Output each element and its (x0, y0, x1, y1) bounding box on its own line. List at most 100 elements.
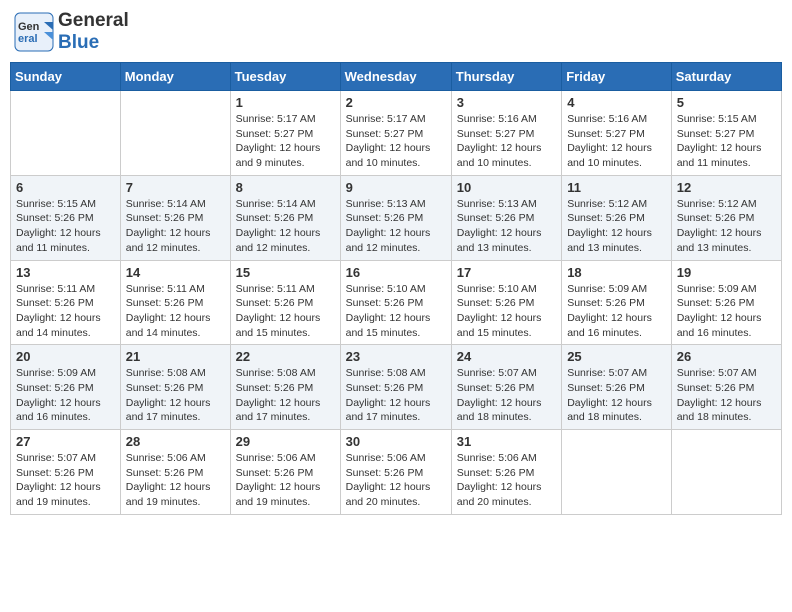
day-info: Sunrise: 5:08 AM Sunset: 5:26 PM Dayligh… (126, 366, 225, 425)
daylight: Daylight: 12 hours and 19 minutes. (126, 481, 211, 508)
sunset: Sunset: 5:26 PM (346, 212, 424, 224)
calendar-weekday-wednesday: Wednesday (340, 63, 451, 91)
sunset: Sunset: 5:26 PM (677, 297, 755, 309)
day-number: 26 (677, 349, 776, 364)
sunrise: Sunrise: 5:11 AM (236, 283, 315, 295)
daylight: Daylight: 12 hours and 17 minutes. (236, 397, 321, 424)
calendar-cell: 26 Sunrise: 5:07 AM Sunset: 5:26 PM Dayl… (671, 345, 781, 430)
calendar-cell: 23 Sunrise: 5:08 AM Sunset: 5:26 PM Dayl… (340, 345, 451, 430)
calendar-cell: 4 Sunrise: 5:16 AM Sunset: 5:27 PM Dayli… (562, 91, 672, 176)
day-info: Sunrise: 5:16 AM Sunset: 5:27 PM Dayligh… (457, 112, 556, 171)
daylight: Daylight: 12 hours and 9 minutes. (236, 142, 321, 169)
daylight: Daylight: 12 hours and 16 minutes. (567, 312, 652, 339)
day-info: Sunrise: 5:11 AM Sunset: 5:26 PM Dayligh… (126, 282, 225, 341)
day-number: 1 (236, 95, 335, 110)
sunrise: Sunrise: 5:07 AM (457, 367, 537, 379)
calendar-weekday-friday: Friday (562, 63, 672, 91)
day-info: Sunrise: 5:14 AM Sunset: 5:26 PM Dayligh… (126, 197, 225, 256)
daylight: Daylight: 12 hours and 11 minutes. (677, 142, 762, 169)
calendar-cell: 22 Sunrise: 5:08 AM Sunset: 5:26 PM Dayl… (230, 345, 340, 430)
logo: Gen eral General Blue (14, 10, 129, 54)
sunrise: Sunrise: 5:06 AM (126, 452, 206, 464)
calendar-cell: 13 Sunrise: 5:11 AM Sunset: 5:26 PM Dayl… (11, 260, 121, 345)
sunset: Sunset: 5:26 PM (236, 467, 314, 479)
sunrise: Sunrise: 5:08 AM (126, 367, 206, 379)
sunset: Sunset: 5:26 PM (677, 212, 755, 224)
sunset: Sunset: 5:27 PM (457, 128, 535, 140)
day-number: 19 (677, 265, 776, 280)
sunrise: Sunrise: 5:13 AM (346, 198, 426, 210)
daylight: Daylight: 12 hours and 17 minutes. (126, 397, 211, 424)
svg-text:Gen: Gen (18, 21, 40, 33)
sunrise: Sunrise: 5:17 AM (236, 113, 316, 125)
day-number: 2 (346, 95, 446, 110)
day-info: Sunrise: 5:07 AM Sunset: 5:26 PM Dayligh… (16, 451, 115, 510)
daylight: Daylight: 12 hours and 16 minutes. (16, 397, 101, 424)
day-number: 9 (346, 180, 446, 195)
sunset: Sunset: 5:27 PM (567, 128, 645, 140)
sunset: Sunset: 5:26 PM (677, 382, 755, 394)
calendar-cell: 1 Sunrise: 5:17 AM Sunset: 5:27 PM Dayli… (230, 91, 340, 176)
sunrise: Sunrise: 5:06 AM (457, 452, 537, 464)
sunset: Sunset: 5:27 PM (677, 128, 755, 140)
sunset: Sunset: 5:26 PM (236, 297, 314, 309)
sunset: Sunset: 5:26 PM (16, 382, 94, 394)
day-number: 16 (346, 265, 446, 280)
sunrise: Sunrise: 5:11 AM (126, 283, 205, 295)
day-number: 8 (236, 180, 335, 195)
sunrise: Sunrise: 5:14 AM (236, 198, 316, 210)
calendar-cell: 5 Sunrise: 5:15 AM Sunset: 5:27 PM Dayli… (671, 91, 781, 176)
calendar-cell: 28 Sunrise: 5:06 AM Sunset: 5:26 PM Dayl… (120, 430, 230, 515)
calendar-cell (11, 91, 121, 176)
day-info: Sunrise: 5:10 AM Sunset: 5:26 PM Dayligh… (457, 282, 556, 341)
day-info: Sunrise: 5:06 AM Sunset: 5:26 PM Dayligh… (346, 451, 446, 510)
sunset: Sunset: 5:26 PM (457, 467, 535, 479)
day-info: Sunrise: 5:12 AM Sunset: 5:26 PM Dayligh… (677, 197, 776, 256)
calendar-cell: 29 Sunrise: 5:06 AM Sunset: 5:26 PM Dayl… (230, 430, 340, 515)
calendar-cell: 3 Sunrise: 5:16 AM Sunset: 5:27 PM Dayli… (451, 91, 561, 176)
day-info: Sunrise: 5:11 AM Sunset: 5:26 PM Dayligh… (16, 282, 115, 341)
sunset: Sunset: 5:26 PM (126, 212, 204, 224)
daylight: Daylight: 12 hours and 20 minutes. (346, 481, 431, 508)
calendar-weekday-monday: Monday (120, 63, 230, 91)
day-number: 14 (126, 265, 225, 280)
daylight: Daylight: 12 hours and 15 minutes. (236, 312, 321, 339)
sunset: Sunset: 5:26 PM (457, 382, 535, 394)
day-number: 12 (677, 180, 776, 195)
day-number: 27 (16, 434, 115, 449)
calendar-header-row: SundayMondayTuesdayWednesdayThursdayFrid… (11, 63, 782, 91)
sunrise: Sunrise: 5:16 AM (567, 113, 647, 125)
sunrise: Sunrise: 5:11 AM (16, 283, 95, 295)
daylight: Daylight: 12 hours and 19 minutes. (16, 481, 101, 508)
sunrise: Sunrise: 5:14 AM (126, 198, 206, 210)
calendar-weekday-thursday: Thursday (451, 63, 561, 91)
day-number: 23 (346, 349, 446, 364)
sunrise: Sunrise: 5:10 AM (457, 283, 537, 295)
sunrise: Sunrise: 5:17 AM (346, 113, 426, 125)
day-info: Sunrise: 5:12 AM Sunset: 5:26 PM Dayligh… (567, 197, 666, 256)
sunset: Sunset: 5:26 PM (346, 467, 424, 479)
calendar-cell: 11 Sunrise: 5:12 AM Sunset: 5:26 PM Dayl… (562, 175, 672, 260)
calendar-week-row: 1 Sunrise: 5:17 AM Sunset: 5:27 PM Dayli… (11, 91, 782, 176)
day-info: Sunrise: 5:15 AM Sunset: 5:26 PM Dayligh… (16, 197, 115, 256)
day-info: Sunrise: 5:09 AM Sunset: 5:26 PM Dayligh… (16, 366, 115, 425)
day-number: 22 (236, 349, 335, 364)
day-number: 28 (126, 434, 225, 449)
sunrise: Sunrise: 5:07 AM (567, 367, 647, 379)
sunrise: Sunrise: 5:15 AM (16, 198, 96, 210)
daylight: Daylight: 12 hours and 12 minutes. (126, 227, 211, 254)
sunrise: Sunrise: 5:10 AM (346, 283, 426, 295)
sunrise: Sunrise: 5:07 AM (677, 367, 757, 379)
calendar-cell: 10 Sunrise: 5:13 AM Sunset: 5:26 PM Dayl… (451, 175, 561, 260)
day-info: Sunrise: 5:06 AM Sunset: 5:26 PM Dayligh… (126, 451, 225, 510)
day-info: Sunrise: 5:15 AM Sunset: 5:27 PM Dayligh… (677, 112, 776, 171)
calendar-week-row: 20 Sunrise: 5:09 AM Sunset: 5:26 PM Dayl… (11, 345, 782, 430)
sunset: Sunset: 5:27 PM (346, 128, 424, 140)
sunrise: Sunrise: 5:09 AM (677, 283, 757, 295)
day-info: Sunrise: 5:10 AM Sunset: 5:26 PM Dayligh… (346, 282, 446, 341)
day-info: Sunrise: 5:08 AM Sunset: 5:26 PM Dayligh… (236, 366, 335, 425)
daylight: Daylight: 12 hours and 18 minutes. (457, 397, 542, 424)
calendar-cell (671, 430, 781, 515)
day-info: Sunrise: 5:09 AM Sunset: 5:26 PM Dayligh… (567, 282, 666, 341)
sunrise: Sunrise: 5:09 AM (567, 283, 647, 295)
